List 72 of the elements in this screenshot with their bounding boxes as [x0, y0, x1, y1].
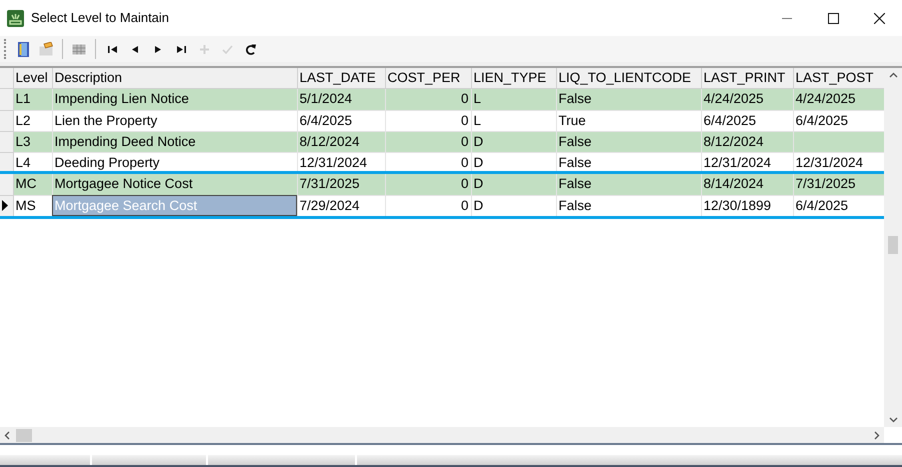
table-cell[interactable]: False: [556, 174, 701, 195]
table-cell[interactable]: Lien the Property: [52, 110, 297, 132]
column-header[interactable]: LAST_POST: [793, 68, 884, 89]
current-row-icon: [2, 200, 8, 212]
table-cell[interactable]: 6/4/2025: [793, 195, 884, 216]
table-cell[interactable]: 8/12/2024: [297, 131, 385, 152]
table-cell[interactable]: Impending Lien Notice: [52, 88, 297, 110]
table-cell[interactable]: False: [556, 88, 701, 110]
table-cell[interactable]: False: [556, 195, 701, 216]
horizontal-scrollbar[interactable]: [0, 427, 884, 443]
column-header[interactable]: COST_PER: [385, 68, 471, 89]
table-cell[interactable]: Impending Deed Notice: [52, 131, 297, 152]
table-cell[interactable]: 4/24/2025: [701, 88, 793, 110]
table-cell[interactable]: MC: [13, 174, 52, 195]
row-indicator[interactable]: [0, 195, 13, 216]
table-cell[interactable]: 5/1/2024: [297, 88, 385, 110]
column-header[interactable]: Level: [13, 68, 52, 89]
column-header[interactable]: LAST_DATE: [297, 68, 385, 89]
table-cell[interactable]: 0: [385, 174, 471, 195]
table-cell[interactable]: 0: [385, 195, 471, 216]
column-header[interactable]: LIEN_TYPE: [471, 68, 556, 89]
scroll-up-icon: [888, 72, 898, 78]
scroll-down-icon: [888, 417, 898, 423]
plus-icon: [200, 44, 208, 54]
scroll-thumb[interactable]: [16, 428, 32, 442]
table-cell[interactable]: 7/31/2025: [297, 174, 385, 195]
refresh-icon: [244, 44, 256, 54]
table-cell[interactable]: L: [471, 88, 556, 110]
table-cell[interactable]: L3: [13, 131, 52, 152]
table-cell[interactable]: 7/29/2024: [297, 195, 385, 216]
table-cell[interactable]: [793, 131, 884, 152]
table-cell[interactable]: 4/24/2025: [793, 88, 884, 110]
edit-icon: [38, 42, 54, 56]
app-icon: [7, 10, 24, 26]
table-cell[interactable]: L1: [13, 88, 52, 110]
table-cell[interactable]: True: [556, 110, 701, 132]
last-record-icon: [176, 46, 186, 52]
scroll-left-icon: [4, 430, 10, 440]
table-cell[interactable]: Mortgagee Notice Cost: [52, 174, 297, 195]
next-record-icon: [155, 46, 161, 52]
table-cell[interactable]: 6/4/2025: [297, 110, 385, 132]
table-cell[interactable]: MS: [13, 195, 52, 216]
header-corner: [0, 68, 13, 89]
scroll-right-icon: [874, 430, 880, 440]
table-cell[interactable]: 0: [385, 131, 471, 152]
table-cell[interactable]: 6/4/2025: [701, 110, 793, 132]
maximize-icon: [828, 12, 838, 24]
table-cell[interactable]: D: [471, 131, 556, 152]
grid-icon: [72, 44, 86, 54]
table-cell[interactable]: 0: [385, 110, 471, 132]
table-cell[interactable]: D: [471, 174, 556, 195]
book-icon: [18, 42, 28, 56]
check-icon: [222, 44, 232, 54]
table-cell[interactable]: 12/30/1899: [701, 195, 793, 216]
previous-record-icon: [132, 46, 138, 52]
scroll-thumb[interactable]: [888, 236, 898, 254]
table-cell[interactable]: 8/14/2024: [701, 174, 793, 195]
column-header[interactable]: LAST_PRINT: [701, 68, 793, 89]
table-cell[interactable]: L2: [13, 110, 52, 132]
table-cell[interactable]: 6/4/2025: [793, 110, 884, 132]
close-icon: [874, 12, 884, 24]
window-title: Select Level to Maintain: [31, 9, 170, 28]
table-cell[interactable]: 8/12/2024: [701, 131, 793, 152]
table-cell[interactable]: L: [471, 110, 556, 132]
first-record-icon: [108, 46, 116, 52]
table-cell[interactable]: False: [556, 131, 701, 152]
table-cell[interactable]: 0: [385, 88, 471, 110]
table-cell[interactable]: 7/31/2025: [793, 174, 884, 195]
vertical-scrollbar[interactable]: [884, 68, 902, 427]
table-cell[interactable]: D: [471, 195, 556, 216]
column-header[interactable]: Description: [52, 68, 297, 89]
column-header[interactable]: LIQ_TO_LIENTCODE: [556, 68, 701, 89]
